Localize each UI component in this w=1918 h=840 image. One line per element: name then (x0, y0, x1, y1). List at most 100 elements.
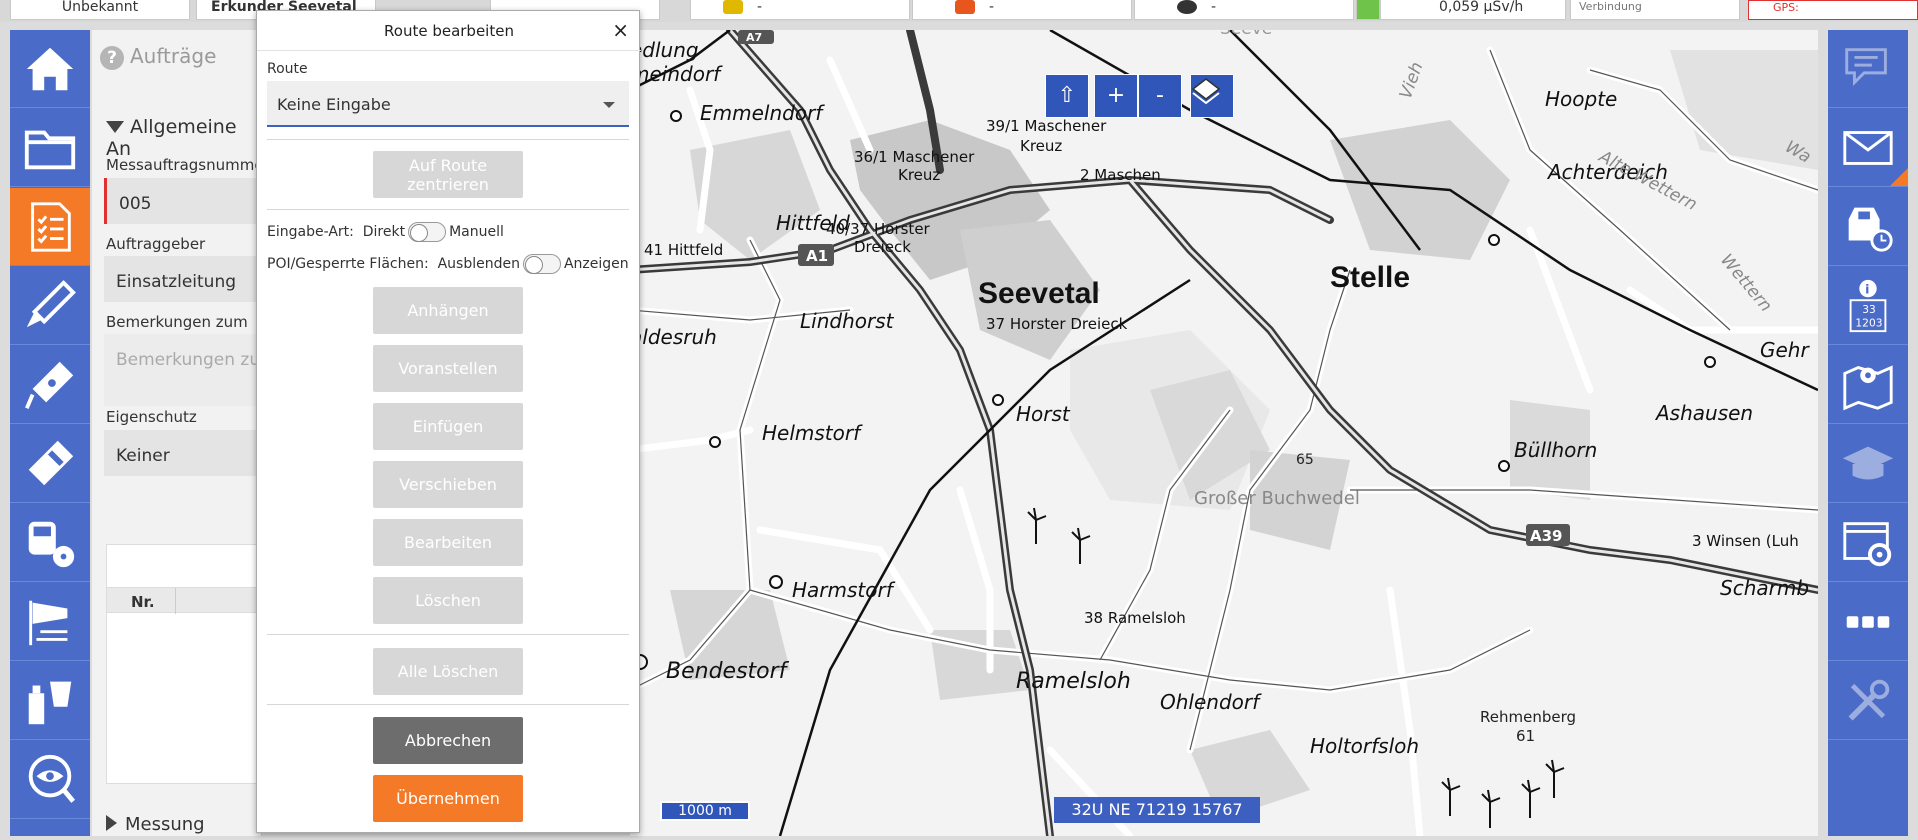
map-label-junction-2: 2 Maschen (1080, 166, 1161, 184)
close-button[interactable]: × (612, 11, 629, 49)
cancel-button[interactable]: Abbrechen (373, 717, 523, 764)
delete-all-button[interactable]: Alle Löschen (373, 648, 523, 695)
sidebar-item-sampling[interactable] (10, 662, 90, 740)
sidebar-item-map[interactable] (1828, 346, 1908, 424)
sidebar-item-windsock[interactable] (10, 583, 90, 661)
map-label-ramelsloh: Ramelsloh (1016, 669, 1131, 694)
map-label-lindhorst: Lindhorst (800, 309, 895, 333)
map-label-scharmb: Scharmb (1720, 576, 1809, 600)
prepend-button[interactable]: Voranstellen (373, 345, 523, 392)
map-label-emmelndorf: Emmelndorf (700, 101, 825, 125)
sidebar-item-dosimeter[interactable] (10, 346, 90, 424)
map-view[interactable]: Seevetal Stelle Emmelndorf Hittfeld Lind… (630, 30, 1818, 836)
status-cell-device2[interactable]: - (912, 0, 1132, 20)
chevron-down-icon (603, 102, 615, 108)
section-general-label: Allgemeine An (106, 116, 237, 160)
poi-toggle[interactable] (522, 254, 561, 274)
sampling-icon (28, 681, 72, 724)
map-button-up[interactable]: ⇧ (1045, 74, 1089, 118)
sidebar-item-probe[interactable] (10, 267, 90, 345)
apply-button[interactable]: Übernehmen (373, 775, 523, 822)
status-cell-doserate[interactable]: 0,059 µSv/h (1380, 0, 1566, 20)
column-divider (175, 588, 176, 614)
input-mode-direct: Direkt (362, 224, 406, 240)
measuring-device-icon (28, 440, 74, 485)
map-label-aldesruh: aldesruh (630, 325, 717, 349)
misc-value: Verbindung (1579, 0, 1642, 13)
map-label-ashausen: Ashausen (1654, 401, 1753, 425)
map-label-junction-38: 38 Ramelsloh (1084, 609, 1186, 627)
table-header: Nr. (107, 587, 261, 614)
map-label-junction-36-1: 36/1 Maschener (854, 148, 975, 166)
edit-button[interactable]: Bearbeiten (373, 519, 523, 566)
status-cell-device3[interactable]: - (1134, 0, 1354, 20)
layers-button[interactable] (1190, 74, 1234, 118)
notification-corner-icon (1890, 168, 1908, 186)
delete-label: Löschen (415, 591, 481, 610)
sidebar-item-training[interactable] (1828, 425, 1908, 503)
zoom-in-button[interactable]: + (1094, 74, 1138, 118)
move-button[interactable]: Verschieben (373, 461, 523, 508)
status-cell-device1[interactable]: - (690, 0, 910, 20)
status-cell-gps[interactable]: GPS: (1748, 0, 1918, 20)
sidebar-item-chat[interactable] (1828, 30, 1908, 108)
folder-icon (24, 130, 76, 169)
center-route-button[interactable]: Auf Route zentrieren (373, 151, 523, 198)
sidebar-item-tools[interactable] (1828, 662, 1908, 740)
sidebar-item-folder[interactable] (10, 109, 90, 187)
map-label-junction-39-1: 39/1 Maschener (986, 117, 1107, 135)
device-orange-icon (955, 0, 975, 14)
orders-title: Aufträge (130, 44, 217, 68)
sidebar-item-radiation[interactable] (10, 504, 90, 582)
poi-hide: Ausblenden (437, 256, 520, 272)
client-field[interactable]: Einsatzleitung (104, 256, 261, 302)
sidebar-item-vehicle[interactable] (1828, 188, 1908, 266)
protection-field[interactable]: Keiner (104, 430, 261, 476)
order-number-value: 005 (119, 194, 152, 214)
sidebar-item-settings[interactable] (1828, 504, 1908, 582)
map-label-bendestorf: Bendestorf (666, 659, 790, 684)
status-text: Unbekannt (61, 0, 139, 15)
delete-button[interactable]: Löschen (373, 577, 523, 624)
sidebar-item-info[interactable]: i 33 1203 (1828, 267, 1908, 345)
map-label-hoopte: Hoopte (1545, 87, 1617, 111)
sidebar-item-mail[interactable] (1828, 109, 1908, 187)
sidebar-item-device[interactable] (10, 425, 90, 503)
device3-value: - (1211, 0, 1217, 15)
measurement-table: Nr. (106, 544, 261, 784)
input-mode-manual: Manuell (449, 224, 504, 240)
order-number-field[interactable]: 005 (104, 178, 261, 224)
zoom-out-button[interactable]: - (1138, 74, 1182, 118)
home-icon (26, 47, 74, 90)
remarks-field[interactable]: Bemerkungen zur (104, 334, 261, 406)
section-measurement[interactable]: Messung (106, 814, 205, 835)
section-general[interactable]: Allgemeine An (106, 116, 261, 160)
map-canvas[interactable]: Seevetal Stelle Emmelndorf Hittfeld Lind… (630, 30, 1818, 836)
device-yellow-icon (723, 0, 743, 14)
move-label: Verschieben (399, 475, 497, 494)
map-label-junction-40-37: 40/37 Horster (826, 220, 931, 238)
sidebar-item-more[interactable] (1828, 583, 1908, 661)
map-label-rehmenberg: Rehmenberg (1480, 708, 1576, 726)
help-icon[interactable]: ? (100, 46, 124, 70)
orders-header: ? Aufträge (100, 44, 216, 70)
sidebar-item-orders[interactable] (10, 188, 90, 266)
append-button[interactable]: Anhängen (373, 287, 523, 334)
input-mode-toggle[interactable] (408, 222, 447, 242)
sidebar-item-home[interactable] (10, 30, 90, 108)
map-label-rehmenberg-height: 61 (1516, 727, 1535, 745)
svg-text:i: i (1865, 281, 1869, 296)
probe-icon (26, 279, 76, 327)
column-nr[interactable]: Nr. (131, 593, 155, 611)
window-settings-icon (1843, 521, 1892, 566)
route-select[interactable]: Keine Eingabe (267, 81, 629, 127)
map-label-helmstorf: Helmstorf (762, 421, 863, 445)
insert-button[interactable]: Einfügen (373, 403, 523, 450)
sidebar-item-observe[interactable] (10, 741, 90, 819)
dosimeter-probe-icon (25, 361, 74, 409)
poi-label: POI/Gesperrte Flächen: (267, 256, 429, 272)
map-label-vieh: Vieh (1396, 60, 1428, 102)
left-sidebar (10, 30, 90, 836)
tools-icon (1848, 679, 1890, 720)
map-label-stelle: Stelle (1330, 261, 1410, 294)
